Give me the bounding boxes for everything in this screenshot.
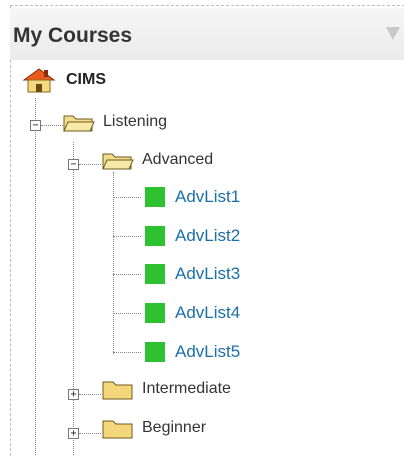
collapse-toggle[interactable]: −	[30, 120, 41, 131]
lesson-item[interactable]: AdvList4	[175, 301, 240, 325]
tree-node-listening[interactable]: Listening	[62, 110, 167, 134]
collapse-toggle[interactable]: −	[68, 159, 79, 170]
expand-toggle[interactable]: +	[68, 428, 79, 439]
lesson-icon	[145, 303, 165, 323]
lesson-link[interactable]: AdvList3	[175, 264, 240, 284]
folder-icon	[102, 381, 133, 400]
home-icon	[22, 68, 56, 93]
lesson-item[interactable]: AdvList3	[175, 262, 240, 286]
panel-title: My Courses	[13, 24, 133, 47]
collapse-panel-icon[interactable]	[386, 27, 400, 40]
lesson-item[interactable]: AdvList2	[175, 224, 240, 248]
tree-connector	[41, 125, 63, 126]
folder-open-icon	[63, 115, 95, 132]
tree-guide-line	[35, 98, 36, 455]
tree-connector	[79, 394, 101, 395]
tree-connector	[79, 433, 101, 434]
tree-connector	[113, 236, 141, 237]
lesson-item[interactable]: AdvList1	[175, 185, 240, 209]
tree-node-label: Advanced	[142, 151, 214, 168]
lesson-item[interactable]: AdvList5	[175, 340, 240, 364]
tree-node-intermediate[interactable]: Intermediate	[101, 377, 231, 401]
expand-toggle[interactable]: +	[68, 389, 79, 400]
tree-connector	[113, 313, 141, 314]
folder-open-icon	[102, 153, 134, 170]
tree-connector	[113, 274, 141, 275]
lesson-link[interactable]: AdvList4	[175, 303, 240, 323]
lesson-icon	[145, 342, 165, 362]
tree-guide-line	[113, 172, 114, 354]
tree-connector	[113, 352, 141, 353]
tree-node-label: Beginner	[142, 419, 207, 436]
tree-node-advanced[interactable]: Advanced	[101, 148, 213, 172]
tree-connector	[113, 197, 141, 198]
lesson-icon	[145, 264, 165, 284]
tree-connector	[79, 164, 101, 165]
tree-node-label: Listening	[103, 113, 168, 130]
lesson-icon	[145, 187, 165, 207]
tree-node-label: Intermediate	[142, 380, 231, 397]
tree-node-label: CIMS	[66, 71, 106, 88]
lesson-link[interactable]: AdvList1	[175, 187, 240, 207]
lesson-icon	[145, 226, 165, 246]
tree-node-beginner[interactable]: Beginner	[101, 416, 206, 440]
tree-node-cims[interactable]: CIMS	[22, 68, 106, 93]
tree-guide-line	[73, 142, 74, 455]
lesson-link[interactable]: AdvList2	[175, 226, 240, 246]
folder-icon	[102, 420, 133, 439]
lesson-link[interactable]: AdvList5	[175, 342, 240, 362]
